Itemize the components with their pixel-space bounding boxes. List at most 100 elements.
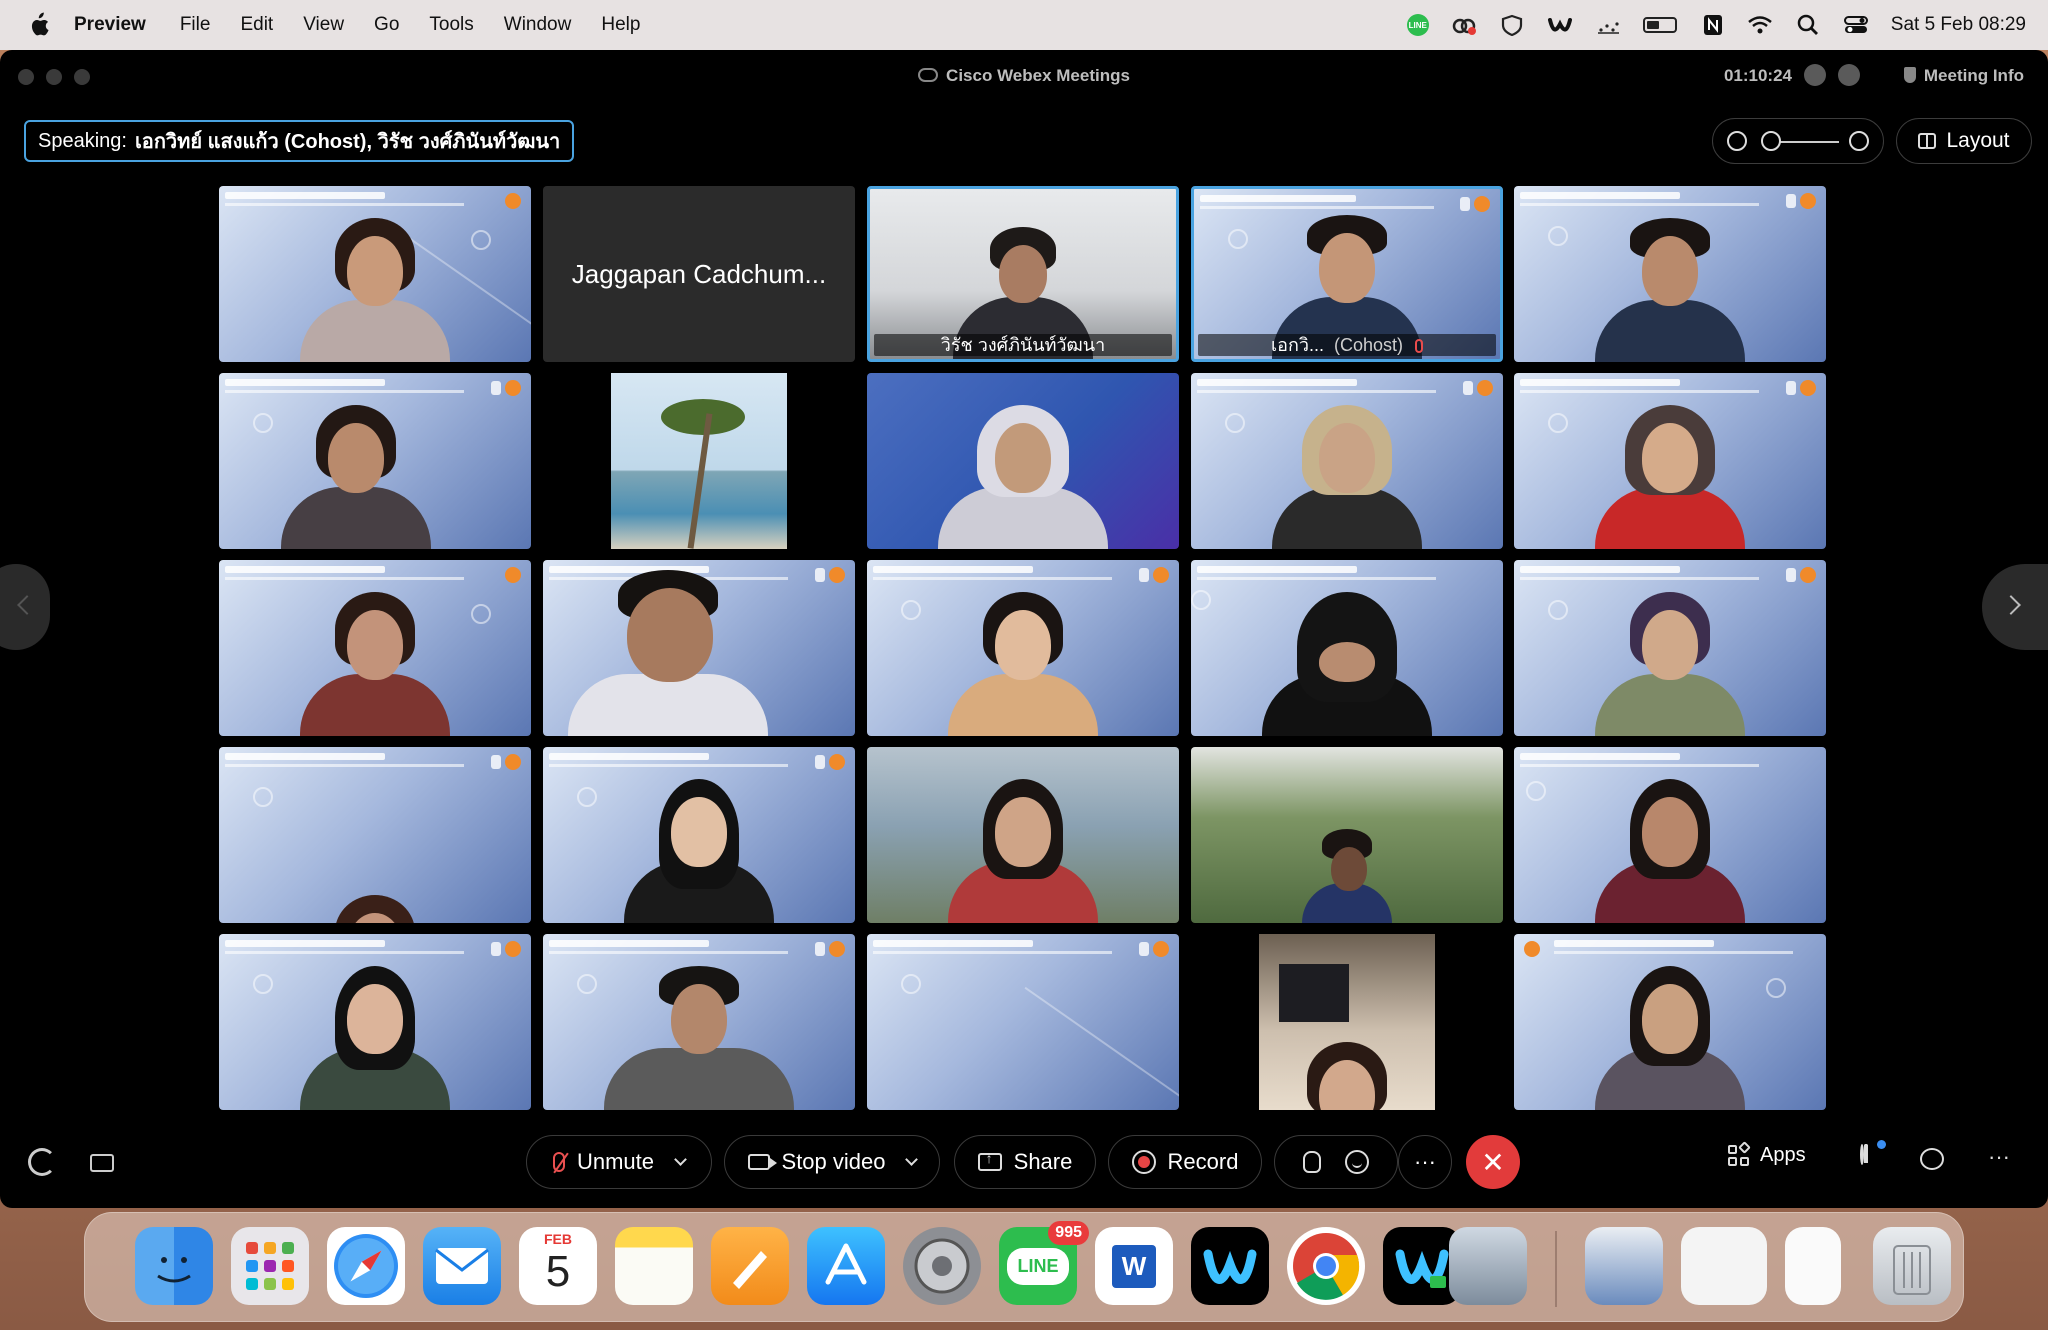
network-status-icon[interactable] (1804, 64, 1826, 86)
webex-logo-icon (918, 68, 939, 82)
line-status-icon[interactable]: LINE (1406, 14, 1429, 36)
zoom-out-icon[interactable] (1727, 131, 1747, 151)
video-tile[interactable] (1191, 373, 1503, 549)
menu-view[interactable]: View (303, 14, 344, 36)
participant-name: Jaggapan Cadchum... (571, 258, 827, 289)
video-tile[interactable] (219, 373, 531, 549)
shield-menu-icon[interactable] (1499, 14, 1525, 36)
preview-icon[interactable] (1449, 1227, 1527, 1305)
control-center-icon[interactable] (1843, 14, 1869, 36)
menu-app-name[interactable]: Preview (74, 14, 146, 36)
record-label: Record (1167, 1149, 1239, 1174)
video-tile[interactable] (1514, 747, 1826, 923)
video-tile[interactable] (1191, 747, 1503, 923)
video-tile[interactable] (543, 934, 855, 1110)
calendar-icon[interactable]: FEB 5 (519, 1227, 597, 1305)
webex-status-icon[interactable] (1547, 14, 1573, 36)
video-tile[interactable] (867, 934, 1179, 1110)
line-app-icon[interactable]: LINE 995 (999, 1221, 1089, 1305)
webex-dock-icon[interactable] (1191, 1227, 1269, 1305)
menu-window[interactable]: Window (504, 14, 572, 36)
notion-icon[interactable] (1699, 14, 1725, 36)
video-tile[interactable] (219, 747, 531, 923)
end-meeting-button[interactable]: ✕ (1466, 1135, 1520, 1189)
document-thumbnail[interactable] (1785, 1227, 1841, 1305)
notification-badge: 995 (1048, 1221, 1089, 1245)
active-speaker-banner: Speaking: เอกวิทย์ แสงแก้ว (Cohost), วิร… (24, 120, 575, 162)
word-icon[interactable]: W (1095, 1227, 1173, 1305)
closed-captions-icon[interactable] (90, 1154, 114, 1172)
zoom-knob[interactable] (1761, 131, 1781, 151)
video-tile[interactable] (219, 186, 531, 362)
apple-menu-icon[interactable] (26, 12, 50, 38)
screenshot-thumbnail[interactable] (1681, 1227, 1767, 1305)
apps-button[interactable]: Apps (1728, 1140, 1806, 1167)
menu-tools[interactable]: Tools (429, 14, 473, 36)
video-tile[interactable] (867, 747, 1179, 923)
app-store-icon[interactable] (807, 1227, 885, 1305)
unmute-button[interactable]: Unmute (526, 1135, 712, 1189)
video-tile[interactable] (543, 373, 855, 549)
more-options-icon[interactable]: ··· (1988, 1144, 2010, 1170)
video-tile[interactable] (543, 560, 855, 736)
activity-icon[interactable] (1595, 14, 1621, 36)
downloads-stack-icon[interactable] (1585, 1227, 1663, 1305)
room-video-image (1259, 934, 1435, 1110)
cohost-name: เอกวิ... (1270, 335, 1324, 355)
video-tile[interactable] (867, 560, 1179, 736)
menu-edit[interactable]: Edit (240, 14, 273, 36)
raise-hand-icon[interactable] (1303, 1151, 1321, 1173)
video-tile[interactable]: Jaggapan Cadchum... (543, 186, 855, 362)
video-tile[interactable] (1514, 373, 1826, 549)
video-tile[interactable] (867, 373, 1179, 549)
menu-go[interactable]: Go (374, 14, 399, 36)
layout-label: Layout (1946, 129, 2010, 152)
battery-icon[interactable] (1642, 17, 1677, 33)
video-tile[interactable] (543, 747, 855, 923)
spotlight-search-icon[interactable] (1795, 14, 1821, 36)
notes-icon[interactable] (615, 1227, 693, 1305)
cohost-role: (Cohost) (1333, 335, 1403, 355)
video-tile[interactable] (1191, 934, 1503, 1110)
video-tile[interactable] (1514, 186, 1826, 362)
next-page-button[interactable] (1982, 564, 2048, 650)
finder-icon[interactable] (135, 1227, 213, 1305)
menu-file[interactable]: File (180, 14, 211, 36)
creative-cloud-icon[interactable] (1451, 14, 1477, 36)
audio-stats-icon[interactable] (1838, 64, 1860, 86)
video-tile-cohost[interactable]: เอกวิ... (Cohost) (1191, 186, 1503, 362)
video-zoom-slider[interactable] (1712, 118, 1884, 164)
zoom-in-icon[interactable] (1849, 131, 1869, 151)
reactions-icon[interactable] (1345, 1150, 1369, 1174)
chevron-down-icon[interactable] (674, 1152, 687, 1166)
safari-icon[interactable] (327, 1227, 405, 1305)
wifi-icon[interactable] (1747, 14, 1773, 36)
stop-video-button[interactable]: Stop video (724, 1135, 940, 1189)
mail-icon[interactable] (423, 1227, 501, 1305)
video-tile[interactable] (219, 560, 531, 736)
video-tile[interactable] (1514, 560, 1826, 736)
video-tile[interactable] (1514, 934, 1826, 1110)
participant-name-label: เอกวิ... (Cohost) (1198, 334, 1496, 356)
system-preferences-icon[interactable] (903, 1227, 981, 1305)
menu-help[interactable]: Help (601, 14, 640, 36)
share-button[interactable]: Share (954, 1135, 1096, 1189)
webex-assistant-icon[interactable] (28, 1148, 56, 1176)
previous-page-button[interactable] (0, 564, 50, 650)
video-tile-active-speaker[interactable]: วิรัช วงศ์ภินันท์วัฒนา (867, 186, 1179, 362)
chat-icon[interactable] (1920, 1148, 1944, 1170)
chrome-icon[interactable] (1287, 1227, 1365, 1305)
record-button[interactable]: Record (1108, 1135, 1262, 1189)
pages-icon[interactable] (711, 1227, 789, 1305)
trash-icon[interactable] (1873, 1227, 1951, 1305)
layout-button[interactable]: Layout (1896, 118, 2032, 164)
video-tile[interactable] (1191, 560, 1503, 736)
menu-clock[interactable]: Sat 5 Feb 08:29 (1891, 14, 2026, 36)
more-options-button[interactable]: ··· (1398, 1135, 1452, 1189)
video-tile[interactable] (219, 934, 531, 1110)
launchpad-icon[interactable] (231, 1227, 309, 1305)
participants-icon[interactable] (1856, 1140, 1886, 1170)
chevron-left-icon (17, 595, 37, 615)
chevron-down-icon[interactable] (905, 1152, 919, 1166)
meeting-info-button[interactable]: Meeting Info (1903, 66, 2024, 86)
